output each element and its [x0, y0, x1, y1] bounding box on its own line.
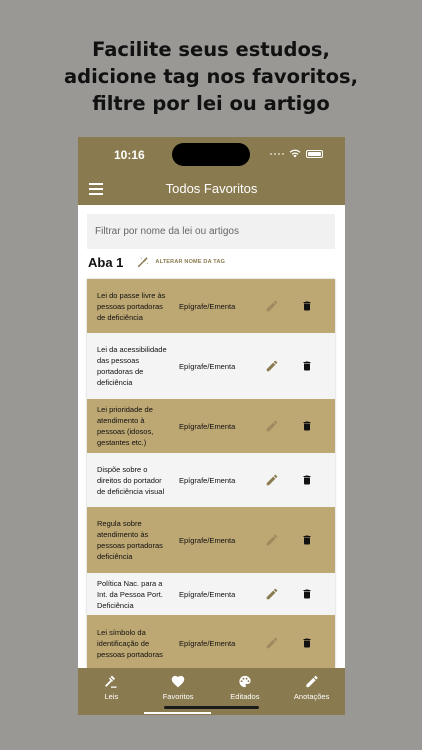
edit-icon[interactable] [265, 587, 279, 601]
list-item[interactable]: Política Nac. para a Int. da Pessoa Port… [87, 573, 335, 615]
palette-icon [239, 675, 251, 688]
edit-icon[interactable] [265, 473, 279, 487]
promo-headline: Facilite seus estudos, adicione tag nos … [0, 36, 422, 117]
nav-label: Editados [230, 692, 260, 701]
magic-wand-icon [138, 256, 149, 268]
nav-label: Favoritos [162, 692, 194, 701]
nav-tab-anotacoes[interactable]: Anotações [278, 668, 345, 715]
promo-line: Facilite seus estudos, [92, 38, 330, 61]
status-icons [270, 149, 323, 158]
list-item[interactable]: Lei da acessibilidade das pessoas portad… [87, 333, 335, 399]
law-title: Lei da acessibilidade das pessoas portad… [97, 345, 167, 387]
nav-label: Anotações [293, 692, 330, 701]
app-bar: Todos Favoritos [78, 175, 345, 205]
status-bar: 10:16 [78, 137, 345, 175]
gavel-icon [105, 675, 117, 688]
page-title: Todos Favoritos [165, 181, 258, 196]
law-type: Epígrafe/Ementa [179, 302, 236, 311]
delete-icon[interactable] [301, 473, 313, 487]
active-tab-indicator [144, 712, 211, 714]
search-input[interactable] [87, 214, 335, 249]
tag-name: Aba 1 [88, 254, 124, 270]
law-title: Lei símbolo da identificação de pessoas … [97, 628, 163, 659]
delete-icon[interactable] [301, 533, 313, 547]
law-type: Epígrafe/Ementa [179, 590, 236, 599]
law-title: Regula sobre atendimento às pessoas port… [97, 519, 163, 561]
list-item[interactable]: Dispõe sobre o direitos do portador de d… [87, 453, 335, 507]
law-title: Política Nac. para a Int. da Pessoa Port… [97, 579, 163, 610]
pencil-icon [306, 675, 318, 688]
heart-icon [171, 675, 185, 688]
law-title: Dispõe sobre o direitos do portador de d… [97, 465, 165, 496]
nav-label: Leis [104, 692, 119, 701]
promo-line: filtre por lei ou artigo [92, 92, 330, 115]
edit-icon[interactable] [265, 299, 279, 313]
list-item[interactable]: Lei prioridade de atendimento à pessoas … [87, 399, 335, 453]
edit-icon[interactable] [265, 533, 279, 547]
delete-icon[interactable] [301, 587, 313, 601]
phone-screen: 10:16 Todos Favoritos Aba 1 [78, 137, 345, 715]
list-item[interactable]: Lei do passe livre às pessoas portadoras… [87, 279, 335, 333]
edit-icon[interactable] [265, 419, 279, 433]
nav-tab-leis[interactable]: Leis [78, 668, 145, 715]
dynamic-island [172, 143, 250, 166]
delete-icon[interactable] [301, 299, 313, 313]
delete-icon[interactable] [301, 359, 313, 373]
delete-icon[interactable] [301, 419, 313, 433]
signal-icon [270, 152, 284, 155]
law-type: Epígrafe/Ementa [179, 476, 236, 485]
rename-tag-button[interactable]: ALTERAR NOME DA TAG [137, 256, 225, 268]
promo-line: adicione tag nos favoritos, [63, 65, 359, 88]
wifi-icon [289, 149, 301, 158]
status-time: 10:16 [114, 148, 145, 162]
edit-icon[interactable] [265, 359, 279, 373]
home-indicator[interactable] [164, 706, 259, 709]
list-item[interactable]: Lei símbolo da identificação de pessoas … [87, 615, 335, 668]
law-type: Epígrafe/Ementa [179, 362, 236, 371]
tag-header: Aba 1 ALTERAR NOME DA TAG [88, 253, 225, 271]
favorites-list: Lei do passe livre às pessoas portadoras… [87, 279, 335, 668]
delete-icon[interactable] [301, 636, 313, 650]
law-type: Epígrafe/Ementa [179, 639, 236, 648]
favorites-content: Aba 1 ALTERAR NOME DA TAG Lei do passe l… [78, 205, 345, 668]
battery-icon [306, 149, 323, 158]
law-type: Epígrafe/Ementa [179, 536, 236, 545]
list-item[interactable]: Regula sobre atendimento às pessoas port… [87, 507, 335, 573]
law-title: Lei prioridade de atendimento à pessoas … [97, 405, 154, 447]
edit-icon[interactable] [265, 636, 279, 650]
law-type: Epígrafe/Ementa [179, 422, 236, 431]
rename-tag-label: ALTERAR NOME DA TAG [155, 259, 226, 265]
law-title: Lei do passe livre às pessoas portadoras… [97, 291, 166, 322]
